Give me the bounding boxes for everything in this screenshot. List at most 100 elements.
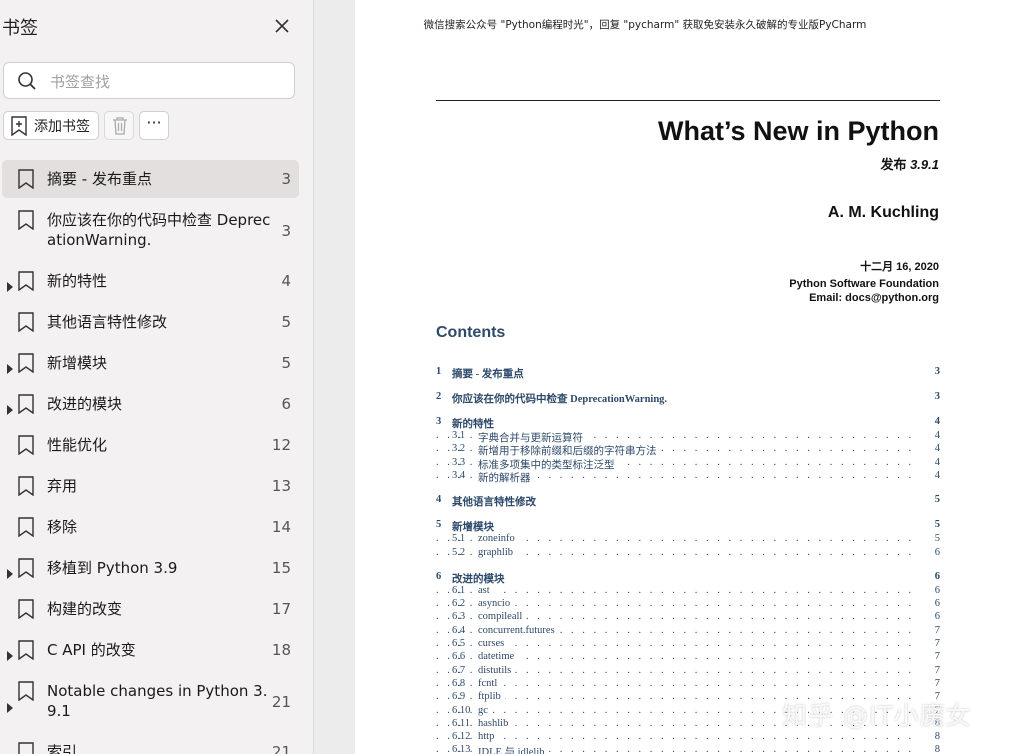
toc-title: hashlib bbox=[478, 717, 513, 729]
bookmark-label: 性能优化 bbox=[47, 436, 108, 454]
toc-subsection[interactable]: . . . . . . . . . . . . . . . . . . . . … bbox=[436, 624, 940, 638]
more-options-button[interactable]: ··· bbox=[139, 111, 169, 140]
bookmark-icon bbox=[17, 681, 35, 702]
toc-number: 6.1 bbox=[452, 584, 466, 596]
toc-number: 5.1 bbox=[452, 533, 466, 545]
toc-page: 7 bbox=[930, 624, 940, 636]
toc-subsection[interactable]: . . . . . . . . . . . . . . . . . . . . … bbox=[436, 731, 940, 744]
bookmark-label: 新增模块 bbox=[47, 354, 108, 372]
toc-number: 6.9 bbox=[452, 691, 466, 703]
toc-number: 6.2 bbox=[452, 598, 466, 610]
contents-heading: Contents bbox=[436, 324, 506, 341]
bookmark-label: 移除 bbox=[47, 518, 78, 536]
toc-title: concurrent.futures bbox=[478, 624, 559, 636]
toc-title: fcntl bbox=[478, 677, 502, 689]
document-title: What’s New in Python bbox=[657, 116, 939, 146]
expand-arrow-icon[interactable] bbox=[6, 277, 14, 292]
bookmark-item[interactable]: 索引 21 bbox=[2, 733, 299, 754]
toc-page: 7 bbox=[930, 651, 940, 663]
bookmark-add-icon bbox=[10, 115, 28, 136]
toc-subsection[interactable]: . . . . . . . . . . . . . . . . . . . . … bbox=[436, 744, 940, 754]
toc-subsection[interactable]: . . . . . . . . . . . . . . . . . . . . … bbox=[436, 664, 940, 678]
bookmark-icon bbox=[17, 742, 35, 754]
bookmark-item[interactable]: 摘要 - 发布重点 3 bbox=[2, 160, 299, 198]
toc-section[interactable]: 3 新的特性 4 bbox=[436, 416, 940, 431]
toc-title: 新增模块 bbox=[452, 519, 498, 535]
bookmark-search-input[interactable] bbox=[48, 69, 282, 95]
toc-page: 4 bbox=[930, 443, 940, 455]
toc-number: 4 bbox=[436, 494, 442, 506]
toc-page: 5 bbox=[930, 533, 940, 545]
toc-subsection[interactable]: . . . . . . . . . . . . . . . . . . . . … bbox=[436, 598, 940, 611]
bookmark-page-number: 21 bbox=[271, 743, 291, 754]
bookmark-label: Notable changes in Python 3.9.1 bbox=[47, 682, 268, 720]
toc-title: http bbox=[478, 731, 499, 743]
bookmark-label: 你应该在你的代码中检查 DeprecationWarning. bbox=[47, 211, 271, 249]
toc-title: asyncio bbox=[478, 598, 515, 610]
expand-arrow-icon[interactable] bbox=[6, 359, 14, 374]
bookmark-label: 索引 bbox=[47, 743, 78, 754]
toc-subsection[interactable]: . . . . . . . . . . . . . . . . . . . . … bbox=[436, 611, 940, 624]
bookmark-label: 移植到 Python 3.9 bbox=[47, 559, 178, 577]
toc-section[interactable]: 6 改进的模块 6 bbox=[436, 570, 940, 586]
expand-arrow-icon[interactable] bbox=[6, 400, 14, 415]
bookmark-item[interactable]: 移植到 Python 3.9 15 bbox=[2, 549, 299, 587]
bookmark-item[interactable]: 移除 14 bbox=[2, 508, 299, 546]
toc-number: 3.1 bbox=[452, 430, 466, 441]
toc-section[interactable]: 5 新增模块 5 bbox=[436, 519, 940, 535]
toc-subsection[interactable]: . . . . . . . . . . . . . . . . . . . . … bbox=[436, 533, 940, 546]
toc-page: 7 bbox=[930, 677, 940, 689]
document-org: Python Software Foundation Email: docs@p… bbox=[789, 277, 939, 305]
toc-subsection[interactable]: . . . . . . . . . . . . . . . . . . . . … bbox=[436, 430, 940, 445]
document-date: 十二月 16, 2020 bbox=[860, 261, 939, 273]
toc-subsection[interactable]: . . . . . . . . . . . . . . . . . . . . … bbox=[436, 469, 940, 485]
toc-subsection[interactable]: . . . . . . . . . . . . . . . . . . . . … bbox=[436, 584, 940, 598]
toc-subsection[interactable]: . . . . . . . . . . . . . . . . . . . . … bbox=[436, 456, 940, 472]
expand-arrow-icon[interactable] bbox=[6, 698, 14, 713]
toc-section[interactable]: 2 你应该在你的代码中检查 DeprecationWarning. 3 bbox=[436, 391, 940, 406]
expand-arrow-icon[interactable] bbox=[6, 646, 14, 661]
bookmark-search-box[interactable] bbox=[3, 62, 295, 99]
toc-number: 6.10 bbox=[452, 704, 471, 716]
toc-page: 8 bbox=[930, 731, 940, 743]
toc-title: ast bbox=[478, 584, 494, 596]
release-line: 发布 3.9.1 bbox=[880, 154, 939, 173]
toc-number: 3.3 bbox=[452, 456, 466, 468]
bookmark-item[interactable]: 新增模块 5 bbox=[2, 344, 299, 382]
bookmark-label: 其他语言特性修改 bbox=[47, 313, 168, 331]
add-bookmark-button[interactable]: 添加书签 bbox=[3, 111, 99, 140]
bookmark-item[interactable]: 构建的改变 17 bbox=[2, 590, 299, 628]
bookmark-item[interactable]: C API 的改变 18 bbox=[2, 631, 299, 669]
toc-title: 改进的模块 bbox=[452, 570, 509, 586]
bookmark-item[interactable]: 弃用 13 bbox=[2, 467, 299, 505]
toc-subsection[interactable]: . . . . . . . . . . . . . . . . . . . . … bbox=[436, 443, 940, 459]
toc-title: zoneinfo bbox=[478, 533, 519, 545]
bookmark-item[interactable]: 改进的模块 6 bbox=[2, 385, 299, 423]
delete-bookmark-button[interactable] bbox=[104, 111, 134, 140]
bookmark-label: C API 的改变 bbox=[47, 641, 136, 659]
bookmark-item[interactable]: 你应该在你的代码中检查 DeprecationWarning. 3 bbox=[2, 201, 299, 259]
toc-section[interactable]: 4 其他语言特性修改 5 bbox=[436, 494, 940, 510]
bookmark-icon bbox=[17, 476, 35, 497]
bookmark-page-number: 14 bbox=[271, 518, 291, 536]
toc-section[interactable]: 1 摘要 - 发布重点 3 bbox=[436, 366, 940, 381]
expand-arrow-icon[interactable] bbox=[6, 564, 14, 579]
toc-number: 6.6 bbox=[452, 651, 466, 663]
toc-leader-dots: . . . . . . . . . . . . . . . . . . . . … bbox=[436, 731, 920, 743]
toc-subsection[interactable]: . . . . . . . . . . . . . . . . . . . . … bbox=[436, 546, 940, 560]
toc-number: 3.4 bbox=[452, 469, 466, 481]
bookmark-page-number: 5 bbox=[281, 354, 291, 372]
bookmark-item[interactable]: 性能优化 12 bbox=[2, 426, 299, 464]
bookmark-icon bbox=[17, 394, 35, 415]
toc-subsection[interactable]: . . . . . . . . . . . . . . . . . . . . … bbox=[436, 638, 940, 651]
toc-number: 6.8 bbox=[452, 677, 466, 689]
bookmark-page-number: 17 bbox=[271, 600, 291, 618]
toc-subsection[interactable]: . . . . . . . . . . . . . . . . . . . . … bbox=[436, 677, 940, 691]
bookmark-item[interactable]: 其他语言特性修改 5 bbox=[2, 303, 299, 341]
toc-subsection[interactable]: . . . . . . . . . . . . . . . . . . . . … bbox=[436, 651, 940, 664]
bookmark-page-number: 13 bbox=[271, 477, 291, 495]
bookmark-item[interactable]: 新的特性 4 bbox=[2, 262, 299, 300]
toc-title: 其他语言特性修改 bbox=[452, 494, 540, 510]
bookmark-item[interactable]: Notable changes in Python 3.9.1 21 bbox=[2, 672, 299, 730]
close-icon[interactable] bbox=[272, 16, 292, 36]
